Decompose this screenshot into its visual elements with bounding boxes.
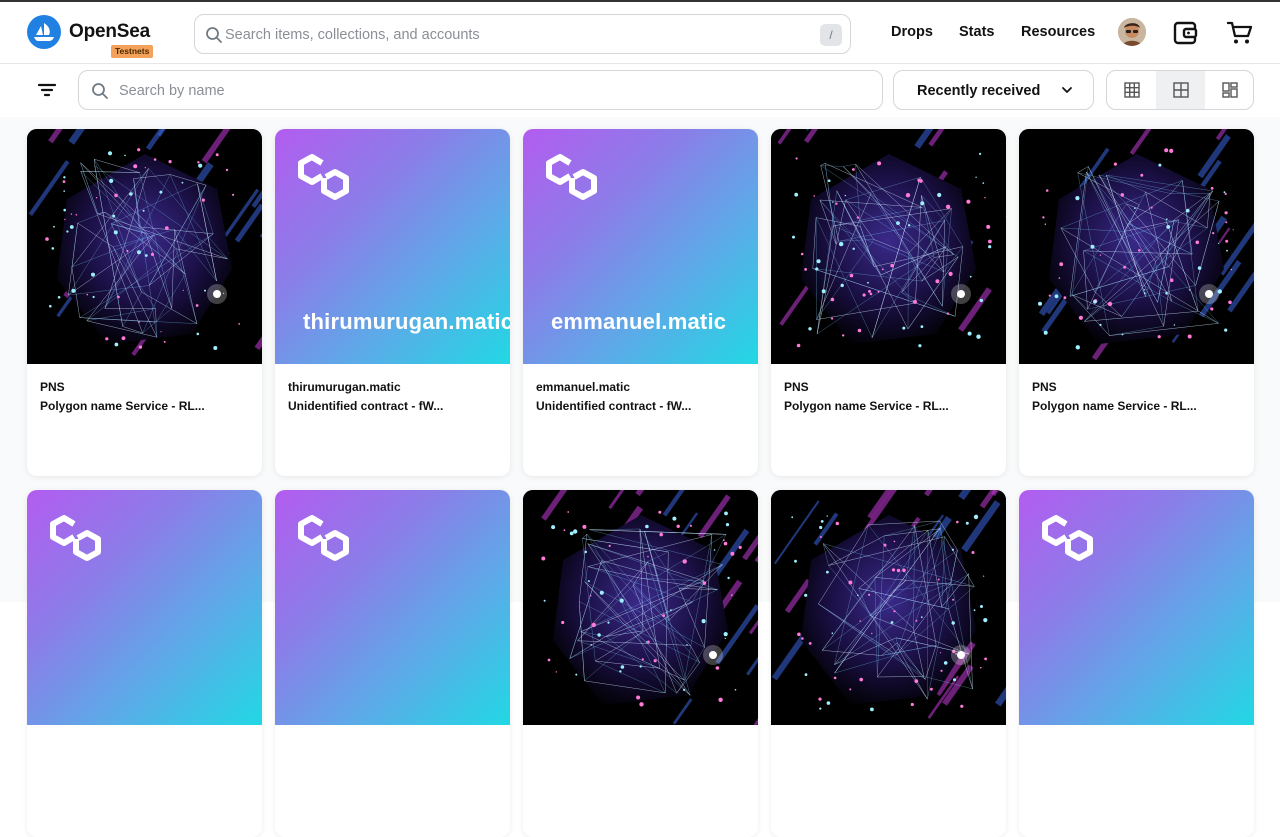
nft-card-details: PNS Polygon name Service - RL... (1032, 380, 1237, 413)
nft-thumbnail[interactable] (275, 490, 510, 725)
nft-collection-name: PNS (1032, 380, 1237, 394)
global-search[interactable]: / (194, 14, 851, 54)
nft-thumbnail[interactable]: emmanuel.matic (523, 129, 758, 364)
nft-card[interactable]: emmanuel.matic emmanuel.matic Unidentified… (523, 129, 758, 476)
nft-artwork-image (523, 490, 758, 725)
nft-card-details: thirumurugan.matic Unidentified contract … (288, 380, 493, 413)
items-toolbar: Recently received (0, 65, 1280, 117)
nft-collection-name: emmanuel.matic (536, 380, 741, 394)
global-search-input[interactable] (225, 24, 805, 46)
search-icon (91, 82, 109, 100)
opensea-logo-icon[interactable] (27, 15, 61, 49)
nft-card-details (288, 741, 493, 746)
nft-card-details: emmanuel.matic Unidentified contract - fW… (536, 380, 741, 413)
nft-item-name: Polygon name Service - RL... (784, 399, 952, 413)
nft-artwork-image (771, 490, 1006, 725)
nft-card[interactable]: PNS Polygon name Service - RL... (1019, 129, 1254, 476)
nft-card-details (1032, 741, 1237, 746)
polygon-logo-icon (292, 510, 356, 566)
nav-resources[interactable]: Resources (1021, 24, 1095, 40)
nft-collection-name: PNS (40, 380, 245, 394)
polygon-logo-icon (44, 510, 108, 566)
nft-card[interactable] (27, 490, 262, 837)
view-large-grid-button[interactable] (1156, 71, 1205, 109)
nft-artwork-image (1019, 129, 1254, 364)
polygon-logo-icon (292, 149, 356, 205)
profile-avatar[interactable] (1118, 18, 1146, 46)
nft-card[interactable] (771, 490, 1006, 837)
nft-item-name: Polygon name Service - RL... (40, 399, 208, 413)
nft-card-details (536, 741, 741, 746)
nft-thumbnail[interactable] (1019, 129, 1254, 364)
sort-dropdown[interactable]: Recently received (893, 70, 1094, 110)
nft-thumbnail[interactable] (523, 490, 758, 725)
testnets-badge: Testnets (111, 45, 153, 58)
nft-card-details (784, 741, 989, 746)
name-search[interactable] (78, 70, 883, 110)
nft-thumbnail-title: emmanuel.matic (551, 309, 758, 335)
search-shortcut-key: / (820, 24, 842, 46)
nft-collection-name: thirumurugan.matic (288, 380, 493, 394)
nft-thumbnail[interactable] (27, 490, 262, 725)
large-grid-icon (1173, 82, 1189, 98)
view-small-grid-button[interactable] (1107, 71, 1156, 109)
nft-card[interactable] (275, 490, 510, 837)
cart-icon[interactable] (1226, 20, 1254, 46)
name-search-input[interactable] (119, 80, 859, 102)
wallet-icon[interactable] (1173, 20, 1199, 46)
nft-thumbnail-title: thirumurugan.matic (303, 309, 510, 335)
nft-card[interactable] (1019, 490, 1254, 837)
nft-thumbnail[interactable] (1019, 490, 1254, 725)
nft-card[interactable]: thirumurugan.matic thirumurugan.matic Unid… (275, 129, 510, 476)
nft-card-details: PNS Polygon name Service - RL... (40, 380, 245, 413)
small-grid-icon (1124, 82, 1140, 98)
nft-artwork-image (771, 129, 1006, 364)
nft-thumbnail[interactable] (771, 129, 1006, 364)
nft-card[interactable]: PNS Polygon name Service - RL... (771, 129, 1006, 476)
nav-stats[interactable]: Stats (959, 24, 994, 40)
nft-card[interactable]: PNS Polygon name Service - RL... (27, 129, 262, 476)
filter-icon[interactable] (34, 80, 60, 100)
polygon-logo-icon (1036, 510, 1100, 566)
nft-artwork-image (27, 129, 262, 364)
search-icon (205, 26, 223, 44)
nft-collection-name: PNS (784, 380, 989, 394)
nft-thumbnail[interactable] (771, 490, 1006, 725)
nft-item-name: Unidentified contract - fW... (536, 399, 704, 413)
sort-label: Recently received (917, 83, 1040, 99)
brand-name[interactable]: OpenSea (69, 21, 150, 43)
nft-item-name: Polygon name Service - RL... (1032, 399, 1200, 413)
nft-card-details (40, 741, 245, 746)
nft-card-details: PNS Polygon name Service - RL... (784, 380, 989, 413)
chevron-down-icon (1061, 84, 1073, 96)
items-grid: PNS Polygon name Service - RL... thirumuru… (0, 117, 1280, 602)
masonry-icon (1222, 82, 1238, 98)
view-mode-group (1106, 70, 1254, 110)
top-header: OpenSea Testnets / Drops Stats Resources (0, 2, 1280, 64)
nft-card[interactable] (523, 490, 758, 837)
nft-thumbnail[interactable] (27, 129, 262, 364)
polygon-logo-icon (540, 149, 604, 205)
nft-item-name: Unidentified contract - fW... (288, 399, 456, 413)
nav-drops[interactable]: Drops (891, 24, 933, 40)
view-masonry-button[interactable] (1205, 71, 1254, 109)
nft-thumbnail[interactable]: thirumurugan.matic (275, 129, 510, 364)
